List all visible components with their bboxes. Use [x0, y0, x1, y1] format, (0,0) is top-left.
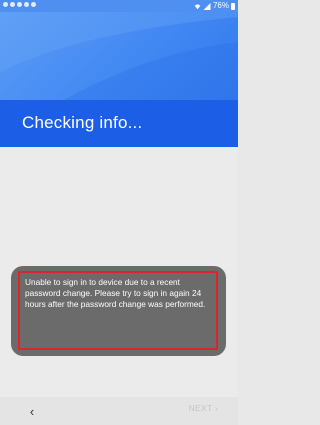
header-background-wave — [0, 12, 238, 102]
notification-icon — [17, 2, 22, 7]
battery-percentage: 76% — [212, 1, 229, 10]
status-indicators: 76% — [194, 0, 235, 12]
bottom-navigation-bar: ‹ NEXT › — [0, 397, 238, 425]
next-button[interactable]: NEXT › — [188, 403, 218, 413]
notification-icon — [10, 2, 15, 7]
toast-message: Unable to sign in to device due to a rec… — [25, 277, 206, 309]
highlight-box: Unable to sign in to device due to a rec… — [18, 271, 218, 350]
title-band: Checking info... — [0, 100, 238, 147]
notification-icon — [31, 2, 36, 7]
error-toast: Unable to sign in to device due to a rec… — [11, 266, 226, 356]
notification-icon — [3, 2, 8, 7]
status-bar: 76% — [0, 0, 238, 12]
header: Checking info... — [0, 12, 238, 147]
wifi-icon — [194, 3, 201, 9]
back-button[interactable]: ‹ — [22, 401, 42, 421]
page-title: Checking info... — [22, 113, 143, 132]
signal-icon — [203, 2, 211, 10]
notification-icons — [3, 2, 36, 7]
battery-icon — [231, 2, 235, 10]
notification-icon — [24, 2, 29, 7]
